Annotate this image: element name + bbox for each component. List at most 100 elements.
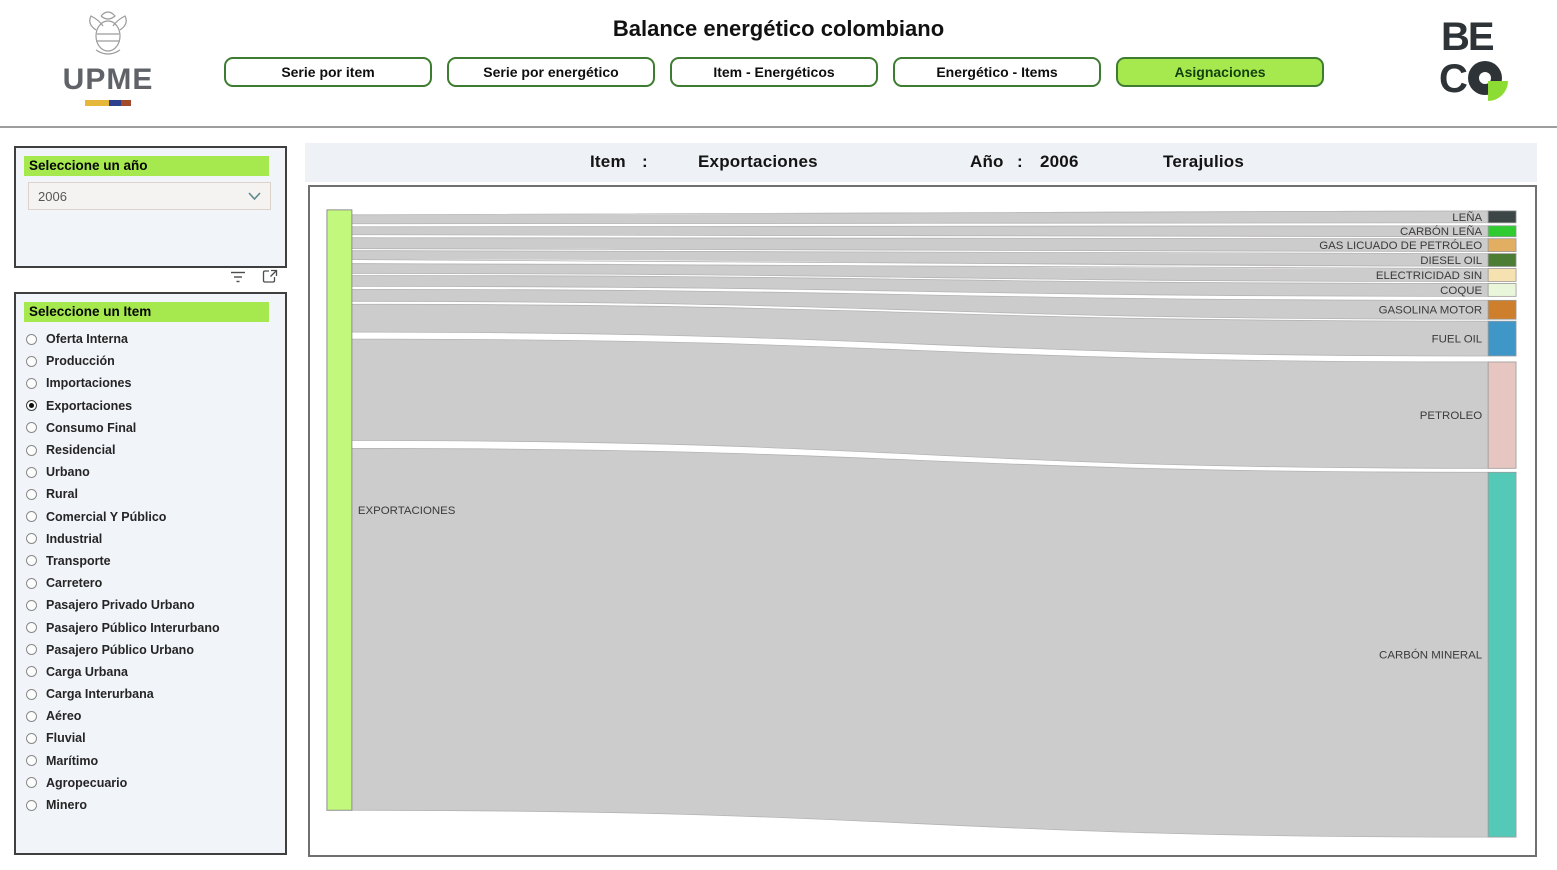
radio-item-label: Urbano: [46, 465, 90, 479]
chart-header-unit: Terajulios: [1163, 152, 1244, 172]
chart-header-year-value: 2006: [1040, 152, 1079, 172]
radio-item-label: Fluvial: [46, 731, 86, 745]
sankey-flow-carbon-mineral[interactable]: [352, 448, 1488, 837]
upme-logo: UPME: [48, 6, 168, 106]
sankey-node-gasolina-motor[interactable]: [1488, 300, 1516, 319]
radio-item-pasajero-publico-urbano[interactable]: Pasajero Público Urbano: [16, 639, 285, 661]
sankey-node-label-lena: LEÑA: [1452, 211, 1482, 224]
radio-item-industrial[interactable]: Industrial: [16, 528, 285, 550]
sankey-node-label-carbon-mineral: CARBÓN MINERAL: [1379, 649, 1482, 662]
radio-icon[interactable]: [26, 422, 37, 433]
chart-header-colon: :: [642, 152, 648, 172]
beco-text-be: BE: [1441, 15, 1494, 59]
sankey-node-petroleo[interactable]: [1488, 362, 1516, 468]
upme-crest-icon: [79, 6, 137, 58]
sankey-node-label-carbon-lena: CARBÓN LEÑA: [1400, 225, 1482, 238]
radio-item-maritimo[interactable]: Marítimo: [16, 750, 285, 772]
radio-item-label: Comercial Y Público: [46, 510, 166, 524]
radio-item-label: Agropecuario: [46, 776, 127, 790]
radio-icon[interactable]: [26, 600, 37, 611]
sankey-node-label-gasolina-motor: GASOLINA MOTOR: [1379, 305, 1483, 317]
nav-button-item-energeticos[interactable]: Item - Energéticos: [670, 57, 878, 87]
radio-item-carretero[interactable]: Carretero: [16, 572, 285, 594]
radio-item-aereo[interactable]: Aéreo: [16, 705, 285, 727]
beco-logo: BE C: [1433, 14, 1515, 111]
radio-item-produccion[interactable]: Producción: [16, 350, 285, 372]
radio-item-oferta-interna[interactable]: Oferta Interna: [16, 328, 285, 350]
radio-item-comercial-y-publico[interactable]: Comercial Y Público: [16, 506, 285, 528]
radio-icon[interactable]: [26, 755, 37, 766]
radio-icon[interactable]: [26, 334, 37, 345]
visual-hover-toolbar: [230, 269, 278, 284]
radio-icon[interactable]: [26, 555, 37, 566]
radio-icon[interactable]: [26, 445, 37, 456]
sankey-node-gas-licuado-de-petroleo[interactable]: [1488, 239, 1516, 252]
radio-item-rural[interactable]: Rural: [16, 483, 285, 505]
nav-button-asignaciones[interactable]: Asignaciones: [1116, 57, 1324, 87]
radio-icon[interactable]: [26, 533, 37, 544]
year-dropdown[interactable]: 2006: [28, 182, 271, 210]
radio-icon[interactable]: [26, 711, 37, 722]
radio-item-label: Industrial: [46, 532, 102, 546]
radio-item-label: Minero: [46, 798, 87, 812]
beco-green-leaf: [1488, 81, 1508, 101]
radio-item-exportaciones[interactable]: Exportaciones: [16, 395, 285, 417]
sankey-node-coque[interactable]: [1488, 283, 1516, 296]
radio-icon[interactable]: [26, 800, 37, 811]
radio-item-label: Aéreo: [46, 709, 81, 723]
radio-item-pasajero-publico-interurbano[interactable]: Pasajero Público Interurbano: [16, 616, 285, 638]
radio-icon[interactable]: [26, 733, 37, 744]
radio-icon[interactable]: [26, 489, 37, 500]
radio-item-minero[interactable]: Minero: [16, 794, 285, 816]
radio-icon[interactable]: [26, 689, 37, 700]
year-dropdown-value: 2006: [38, 189, 67, 204]
radio-item-label: Marítimo: [46, 754, 98, 768]
radio-item-agropecuario[interactable]: Agropecuario: [16, 772, 285, 794]
sankey-node-fuel-oil[interactable]: [1488, 321, 1516, 356]
radio-icon[interactable]: [26, 511, 37, 522]
radio-icon[interactable]: [26, 400, 37, 411]
sankey-node-electricidad-sin[interactable]: [1488, 269, 1516, 282]
sankey-source-label: EXPORTACIONES: [358, 505, 456, 517]
sankey-node-label-gas-licuado-de-petroleo: GAS LICUADO DE PETRÓLEO: [1319, 239, 1482, 252]
upme-flag-bar: [85, 100, 131, 106]
nav-button-serie-por-item[interactable]: Serie por item: [224, 57, 432, 87]
sankey-flow-carbon-lena[interactable]: [352, 226, 1488, 237]
sankey-node-carbon-mineral[interactable]: [1488, 472, 1516, 837]
radio-icon[interactable]: [26, 666, 37, 677]
nav-button-serie-por-energetico[interactable]: Serie por energético: [447, 57, 655, 87]
radio-icon[interactable]: [26, 578, 37, 589]
sankey-source-node[interactable]: [327, 210, 352, 810]
sankey-flow-lena[interactable]: [352, 211, 1488, 224]
radio-item-urbano[interactable]: Urbano: [16, 461, 285, 483]
top-header: UPME Balance energético colombiano Serie…: [0, 0, 1557, 128]
radio-item-importaciones[interactable]: Importaciones: [16, 372, 285, 394]
sankey-node-carbon-lena[interactable]: [1488, 226, 1516, 237]
radio-icon[interactable]: [26, 356, 37, 367]
radio-icon[interactable]: [26, 644, 37, 655]
sankey-node-diesel-oil[interactable]: [1488, 254, 1516, 267]
radio-item-label: Residencial: [46, 443, 115, 457]
sankey-node-label-coque: COQUE: [1440, 285, 1482, 297]
radio-item-pasajero-privado-urbano[interactable]: Pasajero Privado Urbano: [16, 594, 285, 616]
nav-button-energetico-items[interactable]: Energético - Items: [893, 57, 1101, 87]
radio-item-fluvial[interactable]: Fluvial: [16, 727, 285, 749]
chevron-down-icon: [248, 192, 261, 200]
radio-item-residencial[interactable]: Residencial: [16, 439, 285, 461]
focus-mode-icon[interactable]: [262, 269, 278, 284]
radio-item-consumo-final[interactable]: Consumo Final: [16, 417, 285, 439]
radio-item-transporte[interactable]: Transporte: [16, 550, 285, 572]
radio-item-carga-interurbana[interactable]: Carga Interurbana: [16, 683, 285, 705]
chart-header-colon2: :: [1017, 152, 1023, 172]
flag-blue: [109, 100, 122, 106]
filter-icon[interactable]: [230, 270, 246, 284]
radio-item-label: Pasajero Público Urbano: [46, 643, 194, 657]
radio-icon[interactable]: [26, 777, 37, 788]
radio-item-label: Exportaciones: [46, 399, 132, 413]
radio-icon[interactable]: [26, 378, 37, 389]
radio-icon[interactable]: [26, 622, 37, 633]
sankey-flow-gas-licuado-de-petroleo[interactable]: [352, 238, 1488, 252]
sankey-node-lena[interactable]: [1488, 211, 1516, 223]
radio-icon[interactable]: [26, 467, 37, 478]
radio-item-carga-urbana[interactable]: Carga Urbana: [16, 661, 285, 683]
